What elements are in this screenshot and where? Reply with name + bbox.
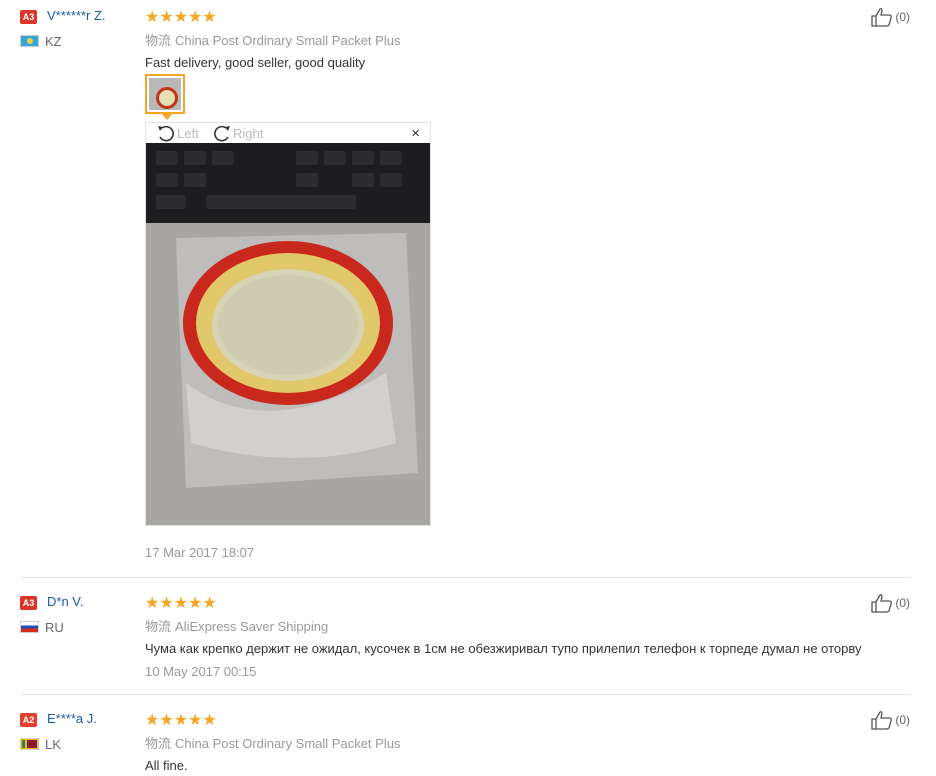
rotate-left-button[interactable]: Left <box>156 124 199 142</box>
rotate-right-button[interactable]: Right <box>212 124 263 142</box>
thumbs-up-icon <box>871 594 893 613</box>
logistics-label: 物流 <box>145 736 172 751</box>
reviewer-name: D*n V. <box>47 594 84 609</box>
review-date: 17 Mar 2017 18:07 <box>145 545 255 560</box>
thumbs-up-icon <box>871 711 893 730</box>
rotate-left-icon <box>158 125 174 142</box>
review-text: Чума как крепко держит не ожидал, кусоче… <box>145 641 862 656</box>
thumbs-up-icon <box>871 8 893 27</box>
photo-viewer: Left Right × <box>145 122 431 526</box>
logistics-label: 物流 <box>145 33 172 48</box>
helpful-button[interactable]: (0) <box>871 7 910 27</box>
helpful-count: (0) <box>895 713 910 727</box>
country-flag-icon <box>20 738 39 750</box>
rotate-right-label: Right <box>233 125 264 141</box>
rating-stars: ★★★★★ <box>145 712 217 729</box>
review-divider <box>20 577 910 578</box>
logistics-label: 物流 <box>145 619 172 634</box>
reviewer-country: RU <box>45 620 64 635</box>
logistics-method: China Post Ordinary Small Packet Plus <box>175 736 401 751</box>
rotate-left-label: Left <box>177 125 199 141</box>
close-icon[interactable]: × <box>411 125 420 142</box>
helpful-count: (0) <box>895 596 910 610</box>
thumbnail-pointer-icon <box>162 114 172 120</box>
review-item: A2 E****a J. LK ★★★★★ 物流 China Post Ordin… <box>20 710 910 773</box>
rotate-right-icon <box>214 125 230 142</box>
reviewer-name: E****a J. <box>47 711 97 726</box>
logistics-method: China Post Ordinary Small Packet Plus <box>175 33 401 48</box>
helpful-button[interactable]: (0) <box>871 710 910 730</box>
reviewer-country: LK <box>45 737 61 752</box>
photo-illustration <box>146 143 430 525</box>
logistics-info: 物流 China Post Ordinary Small Packet Plus <box>145 30 400 49</box>
logistics-info: 物流 AliExpress Saver Shipping <box>145 616 328 635</box>
country-flag-icon <box>20 35 39 47</box>
photo-thumbnail-image <box>149 78 181 110</box>
review-item: A3 V******r Z. KZ ★★★★★ 物流 China Post Ord… <box>20 7 910 570</box>
review-photo-large <box>146 143 430 525</box>
rating-stars: ★★★★★ <box>145 9 217 26</box>
buyer-level-badge: A3 <box>20 596 37 610</box>
rating-stars: ★★★★★ <box>145 595 217 612</box>
logistics-info: 物流 China Post Ordinary Small Packet Plus <box>145 733 400 752</box>
buyer-level-badge: A2 <box>20 713 37 727</box>
photo-viewer-toolbar: Left Right × <box>146 123 430 143</box>
helpful-button[interactable]: (0) <box>871 593 910 613</box>
review-text: Fast delivery, good seller, good quality <box>145 55 366 70</box>
review-date: 10 May 2017 00:15 <box>145 664 257 679</box>
buyer-level-badge: A3 <box>20 10 37 24</box>
helpful-count: (0) <box>895 10 910 24</box>
reviewer-country: KZ <box>45 34 62 49</box>
review-photo-thumbnail[interactable] <box>145 74 185 114</box>
reviewer-name: V******r Z. <box>47 8 106 23</box>
logistics-method: AliExpress Saver Shipping <box>175 619 329 634</box>
review-text: All fine. <box>145 758 188 773</box>
review-item: A3 D*n V. RU ★★★★★ 物流 AliExpress Saver Sh… <box>20 593 910 686</box>
country-flag-icon <box>20 621 39 633</box>
review-divider <box>20 694 910 695</box>
